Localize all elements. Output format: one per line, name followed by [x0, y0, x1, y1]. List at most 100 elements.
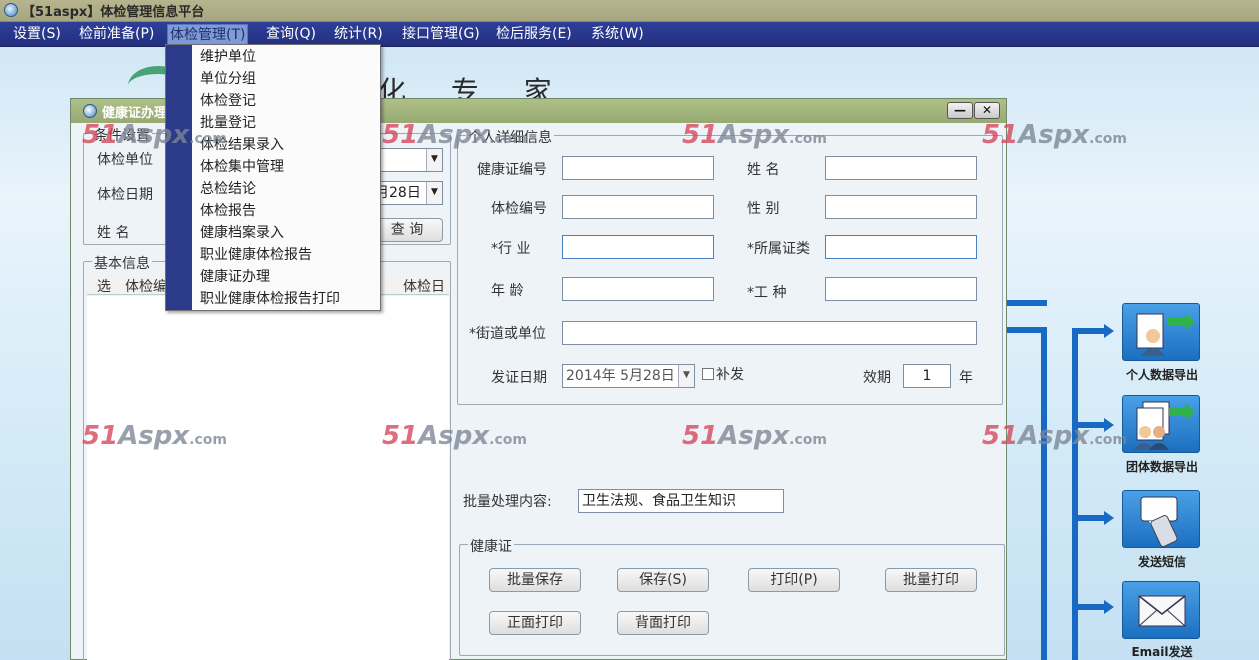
name-filter-label: 姓 名: [97, 225, 130, 241]
arrow-right-icon: [1104, 600, 1114, 614]
job-type-label: *工 种: [747, 285, 787, 301]
menu-settings[interactable]: 设置(S): [11, 24, 63, 45]
watermark: 51Aspx.com: [682, 421, 827, 451]
dialog-title: 健康证办理: [102, 106, 168, 121]
reissue-checkbox[interactable]: [702, 368, 714, 380]
chevron-down-icon[interactable]: ▼: [426, 149, 442, 171]
menu-pre-exam[interactable]: 检前准备(P): [77, 24, 156, 45]
cert-type-select[interactable]: [825, 235, 977, 259]
batch-save-button[interactable]: 批量保存: [489, 568, 581, 592]
age-input[interactable]: [562, 277, 714, 301]
arrow-right-icon: [1104, 511, 1114, 525]
health-cert-legend: 健康证: [468, 536, 514, 556]
app-globe-icon: [4, 3, 18, 17]
cert-no-input[interactable]: [562, 156, 714, 180]
reissue-label: 补发: [716, 367, 744, 383]
query-button[interactable]: 查 询: [371, 218, 443, 242]
watermark: 51Aspx.com: [682, 120, 827, 150]
email-icon[interactable]: [1122, 581, 1200, 639]
person-export-caption: 个人数据导出: [1125, 368, 1198, 382]
dropdown-item-occupational-report[interactable]: 职业健康体检报告: [200, 244, 312, 266]
dropdown-item-occupational-report-print[interactable]: 职业健康体检报告打印: [200, 288, 340, 310]
person-name-label: 姓 名: [747, 162, 780, 178]
menu-statistics[interactable]: 统计(R): [332, 24, 385, 45]
menu-interface-management[interactable]: 接口管理(G): [400, 24, 482, 45]
column-header-select[interactable]: 选: [97, 276, 111, 296]
dropdown-item-general-conclusion[interactable]: 总检结论: [200, 178, 256, 200]
print-button[interactable]: 打印(P): [748, 568, 840, 592]
close-button[interactable]: ✕: [974, 102, 1000, 119]
dropdown-item-unit-grouping[interactable]: 单位分组: [200, 68, 256, 90]
dropdown-item-exam-report[interactable]: 体检报告: [200, 200, 256, 222]
group-export-icon[interactable]: [1122, 395, 1200, 453]
validity-label: 效期: [863, 370, 891, 386]
batch-content-label: 批量处理内容:: [463, 494, 552, 510]
watermark: 51Aspx.com: [382, 421, 527, 451]
flow-pipe: [1072, 328, 1078, 660]
gender-label: 性 别: [747, 201, 780, 217]
street-or-unit-label: *街道或单位: [469, 326, 546, 342]
industry-label: *行 业: [491, 241, 531, 257]
industry-select[interactable]: [562, 235, 714, 259]
basic-info-grid[interactable]: [87, 296, 449, 660]
person-name-input[interactable]: [825, 156, 977, 180]
exam-unit-label: 体检单位: [97, 152, 153, 168]
arrow-right-icon: [1104, 324, 1114, 338]
person-export-icon[interactable]: [1122, 303, 1200, 361]
dropdown-item-exam-registration[interactable]: 体检登记: [200, 90, 256, 112]
batch-print-button[interactable]: 批量打印: [885, 568, 977, 592]
job-type-input[interactable]: [825, 277, 977, 301]
issue-date-label: 发证日期: [491, 370, 547, 386]
flow-pipe: [1007, 300, 1047, 306]
watermark: 51Aspx.com: [82, 120, 227, 150]
batch-content-input[interactable]: 卫生法规、食品卫生知识: [578, 489, 784, 513]
email-caption: Email发送: [1131, 645, 1193, 659]
chevron-down-icon[interactable]: ▼: [426, 182, 442, 204]
issue-date-value: 2014年 5月28日: [566, 368, 675, 384]
front-print-button[interactable]: 正面打印: [489, 611, 581, 635]
watermark: 51Aspx.com: [982, 421, 1127, 451]
issue-date-picker[interactable]: 2014年 5月28日 ▼: [562, 364, 695, 388]
exam-unit-select[interactable]: ▼: [371, 148, 443, 172]
exam-management-dropdown: 维护单位 单位分组 体检登记 批量登记 体检结果录入 体检集中管理 总检结论 体…: [165, 44, 381, 311]
gender-input[interactable]: [825, 195, 977, 219]
minimize-button[interactable]: —: [947, 102, 973, 119]
flow-pipe: [1072, 328, 1106, 334]
validity-input[interactable]: 1: [903, 364, 951, 388]
menu-post-exam-service[interactable]: 检后服务(E): [494, 24, 574, 45]
exam-no-label: 体检编号: [491, 201, 547, 217]
menu-system[interactable]: 系统(W): [589, 24, 646, 45]
cert-type-label: *所属证类: [747, 241, 810, 257]
group-export-caption: 团体数据导出: [1125, 460, 1198, 474]
column-header-exam-date[interactable]: 体检日: [403, 276, 445, 296]
menu-query[interactable]: 查询(Q): [264, 24, 318, 45]
validity-unit-label: 年: [959, 370, 973, 386]
dropdown-item-health-cert-processing[interactable]: 健康证办理: [200, 266, 270, 288]
exam-date-label: 体检日期: [97, 187, 153, 203]
watermark: 51Aspx.com: [82, 421, 227, 451]
exam-no-input[interactable]: [562, 195, 714, 219]
dropdown-item-maintain-unit[interactable]: 维护单位: [200, 46, 256, 68]
exam-date-picker[interactable]: 月28日 ▼: [371, 181, 443, 205]
dialog-globe-icon: [83, 104, 97, 118]
dropdown-item-health-record-entry[interactable]: 健康档案录入: [200, 222, 284, 244]
column-header-exam-no[interactable]: 体检编: [125, 276, 167, 296]
flow-pipe: [1072, 515, 1106, 521]
chevron-down-icon[interactable]: ▼: [678, 365, 694, 387]
back-print-button[interactable]: 背面打印: [617, 611, 709, 635]
cert-no-label: 健康证编号: [477, 162, 547, 178]
watermark: 51Aspx.com: [382, 120, 527, 150]
dropdown-item-centralized-management[interactable]: 体检集中管理: [200, 156, 284, 178]
basic-info-legend: 基本信息: [92, 253, 152, 273]
health-cert-group: 健康证: [459, 536, 1005, 656]
sms-icon[interactable]: [1122, 490, 1200, 548]
menu-exam-management[interactable]: 体检管理(T): [167, 24, 249, 45]
flow-pipe: [1041, 330, 1047, 660]
save-button[interactable]: 保存(S): [617, 568, 709, 592]
flow-pipe: [1072, 604, 1106, 610]
age-label: 年 龄: [491, 283, 524, 299]
watermark: 51Aspx.com: [982, 120, 1127, 150]
street-or-unit-input[interactable]: [562, 321, 977, 345]
dropdown-sidebar-strip: [166, 45, 192, 310]
exam-date-value: 月28日: [375, 185, 421, 201]
